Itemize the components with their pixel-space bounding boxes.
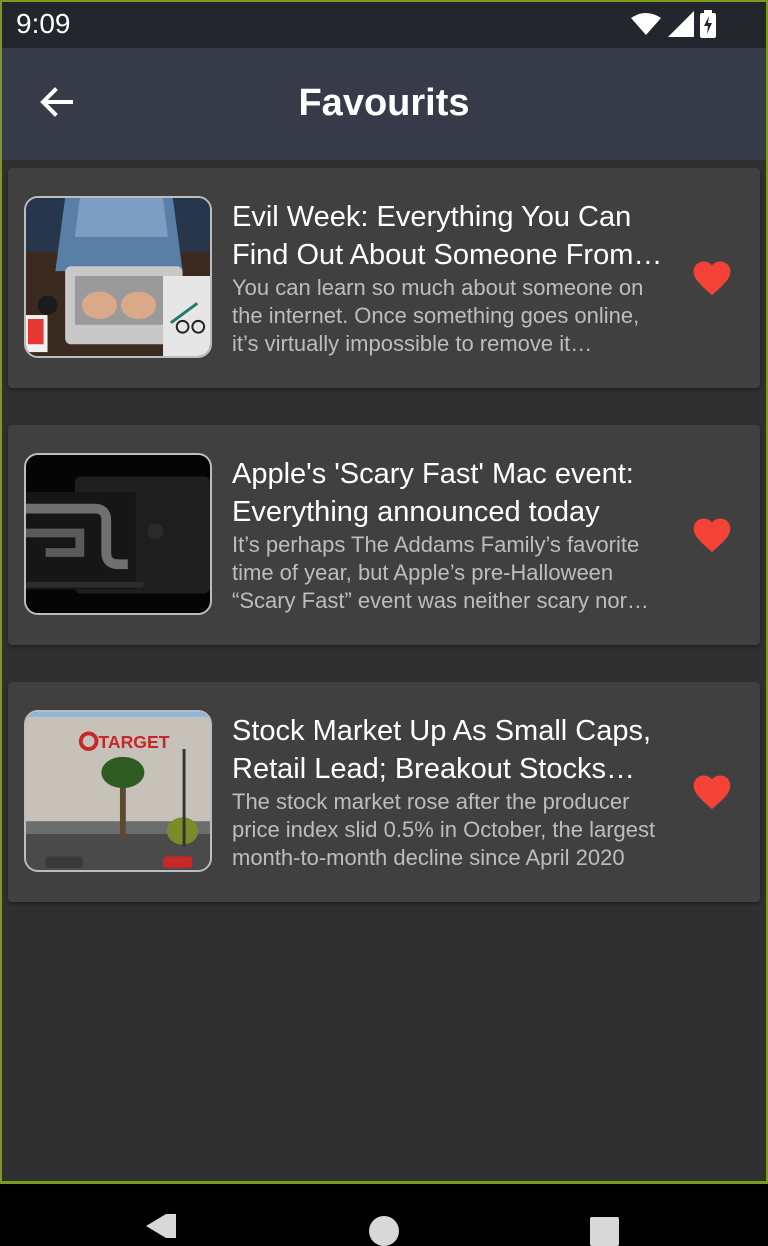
app-screen: 9:09 Favourits Evil Week: Everything You… [0,0,768,1184]
status-icons [630,9,716,43]
wifi-icon [630,12,662,41]
article-title: Apple's 'Scary Fast' Mac event: Everythi… [232,458,634,528]
target-sign: TARGET [98,732,169,752]
heart-icon[interactable] [690,256,734,300]
heart-icon[interactable] [690,513,734,557]
battery-charging-icon [700,9,716,43]
article-description: It’s perhaps The Addams Family’s favorit… [232,532,640,613]
favourites-list: Evil Week: Everything You Can Find Out A… [8,168,760,939]
article-thumbnail: TARGET [24,710,212,872]
nav-recents-icon[interactable] [590,1217,619,1246]
article-title: Evil Week: Everything You Can Find Out A… [232,201,634,271]
app-bar: Favourits [2,48,766,160]
favourite-card[interactable]: TARGET Stock Market Up As Small Caps, Re… [8,682,760,902]
status-time: 9:09 [16,8,71,39]
heart-icon[interactable] [690,770,734,814]
page-title: Favourits [298,82,470,124]
article-description: You can learn so much about someone on t… [232,275,644,356]
article-thumbnail [24,453,212,615]
article-title: Stock Market Up As Small Caps, Retail Le… [232,715,652,785]
nav-home-icon[interactable] [369,1216,399,1246]
signal-icon [668,10,694,42]
nav-back-icon[interactable] [146,1208,176,1244]
favourite-card[interactable]: Apple's 'Scary Fast' Mac event: Everythi… [8,425,760,645]
article-description: The stock market rose after the producer… [232,789,656,870]
favourite-card[interactable]: Evil Week: Everything You Can Find Out A… [8,168,760,388]
article-thumbnail [24,196,212,358]
status-bar: 9:09 [2,2,766,48]
